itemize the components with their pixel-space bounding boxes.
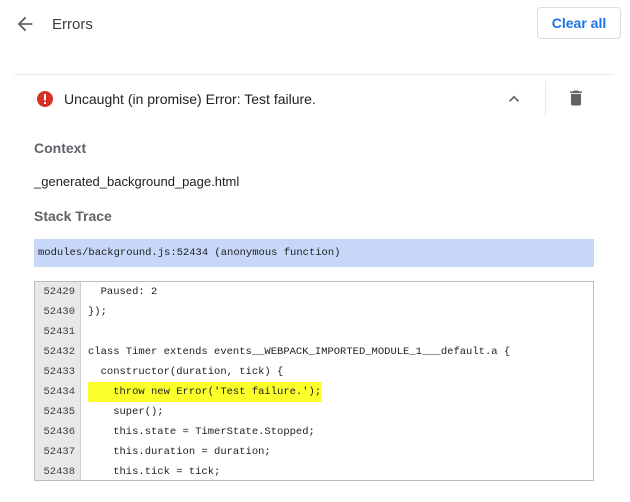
code-line: 52431 <box>35 322 593 342</box>
code-line: 52435 super(); <box>35 402 593 422</box>
stack-frame[interactable]: modules/background.js:52434 (anonymous f… <box>34 239 594 267</box>
code-line: 52438 this.tick = tick; <box>35 462 593 480</box>
line-code: constructor(duration, tick) { <box>88 366 284 378</box>
code-line-highlighted: 52434 throw new Error('Test failure.'); <box>35 382 593 402</box>
code-line: 52429 Paused: 2 <box>35 282 593 302</box>
error-item[interactable]: Uncaught (in promise) Error: Test failur… <box>14 75 614 123</box>
code-line: 52430 }); <box>35 302 593 322</box>
line-number: 52434 <box>43 386 75 398</box>
trash-icon <box>570 90 582 106</box>
stack-trace-label: Stack Trace <box>34 208 112 224</box>
line-code: Paused: 2 <box>88 286 158 298</box>
error-message: Uncaught (in promise) Error: Test failur… <box>64 91 316 107</box>
delete-button[interactable] <box>566 88 586 108</box>
code-line: 52433 constructor(duration, tick) { <box>35 362 593 382</box>
line-code: this.tick = tick; <box>88 466 221 478</box>
back-button[interactable] <box>14 13 36 35</box>
line-number: 52433 <box>43 366 75 378</box>
line-number: 52429 <box>43 286 75 298</box>
line-code: this.state = TimerState.Stopped; <box>88 426 315 438</box>
line-code: super(); <box>88 406 164 418</box>
line-number: 52435 <box>43 406 75 418</box>
line-number: 52438 <box>43 466 75 478</box>
page-title: Errors <box>52 16 93 33</box>
line-number: 52432 <box>43 346 75 358</box>
line-number: 52431 <box>43 326 75 338</box>
code-viewer: 52429 Paused: 2 52430 }); 52431 52432 cl… <box>34 281 594 481</box>
header: Errors Clear all <box>0 0 630 50</box>
collapse-button[interactable] <box>504 89 524 109</box>
extension-errors-page: Errors Clear all Uncaught (in promise) E… <box>0 0 630 502</box>
code-line: 52436 this.state = TimerState.Stopped; <box>35 422 593 442</box>
code-line: 52437 this.duration = duration; <box>35 442 593 462</box>
code-line: 52432 class Timer extends events__WEBPAC… <box>35 342 593 362</box>
arrow-back-icon <box>17 16 33 32</box>
line-number: 52430 <box>43 306 75 318</box>
context-label: Context <box>34 140 87 156</box>
error-circle-icon <box>37 91 53 107</box>
line-number: 52437 <box>43 446 75 458</box>
highlighted-line-code: throw new Error('Test failure.'); <box>88 382 322 402</box>
context-value: _generated_background_page.html <box>34 174 240 189</box>
row-separator <box>545 81 546 117</box>
line-number: 52436 <box>43 426 75 438</box>
chevron-up-icon <box>509 95 519 102</box>
line-code: }); <box>88 306 107 318</box>
line-code: this.duration = duration; <box>88 446 271 458</box>
line-code: class Timer extends events__WEBPACK_IMPO… <box>88 346 511 358</box>
clear-all-button[interactable]: Clear all <box>537 7 621 39</box>
